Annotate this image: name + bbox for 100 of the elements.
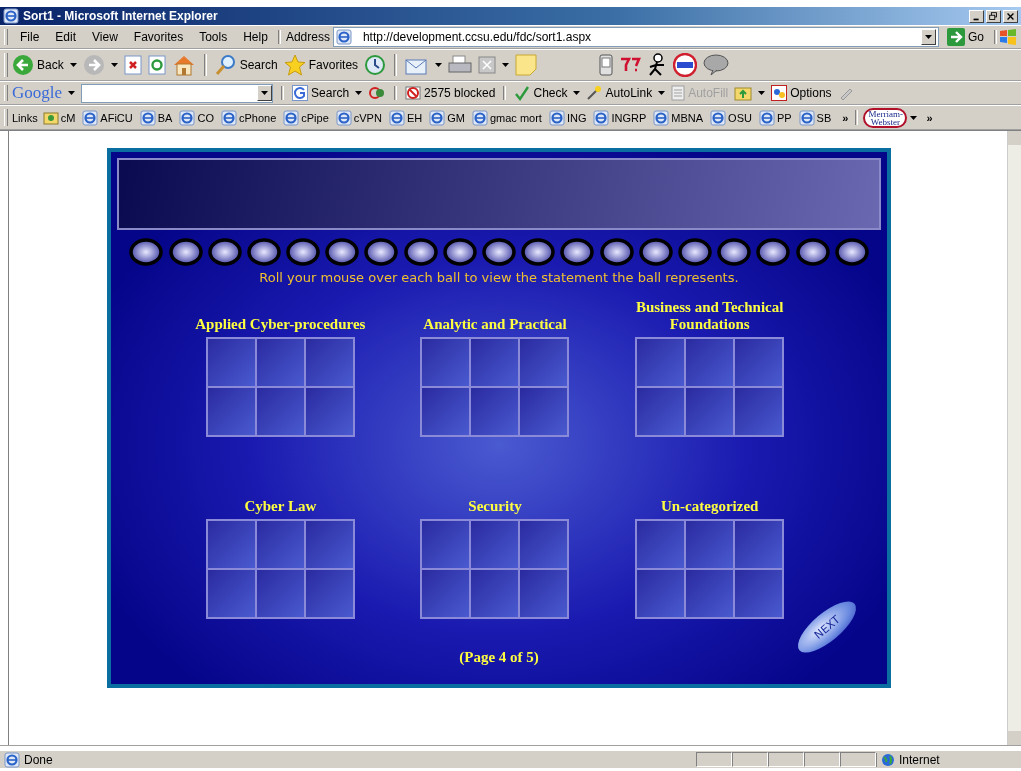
menu-item[interactable]: Favorites: [125, 30, 192, 44]
address-field[interactable]: http://development.ccsu.edu/fdc/sort1.aspx: [332, 27, 939, 47]
link-button[interactable]: BA: [137, 109, 175, 126]
link-button[interactable]: GM: [427, 109, 467, 126]
ball[interactable]: [129, 238, 164, 266]
round-badge-icon[interactable]: [673, 53, 698, 77]
dropdown-arrow-icon[interactable]: [925, 35, 932, 39]
autolink-button[interactable]: AutoLink: [586, 85, 653, 101]
options-button[interactable]: Options: [771, 85, 832, 101]
ball[interactable]: [677, 238, 712, 266]
drop-slot[interactable]: [421, 338, 471, 387]
more-links-button[interactable]: »: [842, 111, 849, 124]
drop-slot[interactable]: [304, 338, 354, 387]
restore-button[interactable]: [986, 9, 1001, 23]
google-search-button[interactable]: Search: [292, 85, 350, 101]
drop-slot[interactable]: [255, 387, 305, 436]
link-button[interactable]: cM: [40, 109, 78, 126]
drop-slot[interactable]: [734, 520, 784, 569]
drop-slot[interactable]: [470, 569, 520, 618]
dropdown-arrow-icon[interactable]: [110, 63, 118, 67]
link-button[interactable]: ING: [546, 109, 589, 126]
go-button[interactable]: Go: [939, 28, 992, 46]
ball[interactable]: [638, 238, 673, 266]
speech-bubble-icon[interactable]: [703, 54, 730, 76]
dropdown-arrow-icon[interactable]: [502, 63, 510, 67]
drop-slot[interactable]: [519, 520, 569, 569]
drop-slot[interactable]: [255, 569, 305, 618]
ball[interactable]: [246, 238, 281, 266]
dropdown-arrow-icon[interactable]: [68, 91, 76, 95]
ball[interactable]: [560, 238, 595, 266]
ball[interactable]: [521, 238, 556, 266]
link-button[interactable]: cPipe: [281, 109, 331, 126]
link-button[interactable]: CO: [177, 109, 216, 126]
page-rank-icon[interactable]: [368, 85, 387, 101]
forward-button[interactable]: [82, 54, 105, 76]
drop-slot[interactable]: [685, 569, 735, 618]
drop-slot[interactable]: [734, 569, 784, 618]
drop-slot[interactable]: [734, 338, 784, 387]
ball[interactable]: [717, 238, 752, 266]
link-button[interactable]: SB: [796, 109, 834, 126]
dropdown-arrow-icon[interactable]: [910, 115, 918, 120]
close-button[interactable]: [1003, 9, 1018, 23]
favorites-button[interactable]: Favorites: [283, 54, 359, 76]
dropdown-arrow-icon[interactable]: [573, 91, 581, 95]
link-button[interactable]: AFiCU: [80, 109, 135, 126]
print-button[interactable]: [448, 55, 473, 75]
drop-slot[interactable]: [685, 387, 735, 436]
link-button[interactable]: OSU: [708, 109, 754, 126]
drop-slot[interactable]: [685, 520, 735, 569]
ball[interactable]: [834, 238, 869, 266]
more-toolbar-button[interactable]: »: [926, 111, 933, 124]
menu-item[interactable]: File: [12, 30, 48, 44]
link-button[interactable]: gmac mort: [469, 109, 544, 126]
link-button[interactable]: INGRP: [591, 109, 649, 126]
drop-slot[interactable]: [421, 569, 471, 618]
popup-blocker-button[interactable]: 2575 blocked: [405, 85, 496, 101]
link-button[interactable]: cVPN: [333, 109, 384, 126]
menu-item[interactable]: Edit: [47, 30, 85, 44]
drop-slot[interactable]: [206, 338, 256, 387]
drop-slot[interactable]: [519, 338, 569, 387]
dictionary-logo[interactable]: Merriam-Webster: [863, 107, 908, 128]
link-button[interactable]: cPhone: [218, 109, 279, 126]
ball[interactable]: [442, 238, 477, 266]
drop-slot[interactable]: [304, 569, 354, 618]
dropdown-arrow-icon[interactable]: [758, 91, 766, 95]
drop-slot[interactable]: [470, 387, 520, 436]
search-button[interactable]: Search: [214, 54, 278, 76]
drop-slot[interactable]: [519, 387, 569, 436]
drop-slot[interactable]: [470, 338, 520, 387]
ball[interactable]: [403, 238, 438, 266]
edit-button[interactable]: [478, 56, 497, 74]
minimize-button[interactable]: [969, 9, 984, 23]
folder-up-icon[interactable]: [734, 85, 753, 101]
refresh-button[interactable]: [147, 55, 166, 75]
drop-slot[interactable]: [255, 338, 305, 387]
dropdown-arrow-icon[interactable]: [435, 63, 443, 67]
handheld-device-icon[interactable]: [599, 54, 614, 76]
menu-item[interactable]: View: [84, 30, 126, 44]
drop-slot[interactable]: [206, 569, 256, 618]
drop-slot[interactable]: [636, 387, 686, 436]
ball[interactable]: [756, 238, 791, 266]
drop-slot[interactable]: [636, 338, 686, 387]
menu-item[interactable]: Help: [235, 30, 276, 44]
link-button[interactable]: PP: [756, 109, 794, 126]
menu-item[interactable]: Tools: [191, 30, 236, 44]
drop-slot[interactable]: [734, 387, 784, 436]
drop-slot[interactable]: [304, 520, 354, 569]
dropdown-arrow-icon[interactable]: [69, 63, 77, 67]
ball[interactable]: [599, 238, 634, 266]
dropdown-arrow-icon[interactable]: [355, 91, 363, 95]
drop-slot[interactable]: [421, 387, 471, 436]
drop-slot[interactable]: [519, 569, 569, 618]
history-button[interactable]: [364, 54, 387, 76]
dropdown-arrow-icon[interactable]: [658, 91, 666, 95]
link-button[interactable]: MBNA: [651, 109, 706, 126]
ball[interactable]: [207, 238, 242, 266]
link-button[interactable]: EH: [386, 109, 425, 126]
ball[interactable]: [795, 238, 830, 266]
drop-slot[interactable]: [636, 569, 686, 618]
ball[interactable]: [168, 238, 203, 266]
